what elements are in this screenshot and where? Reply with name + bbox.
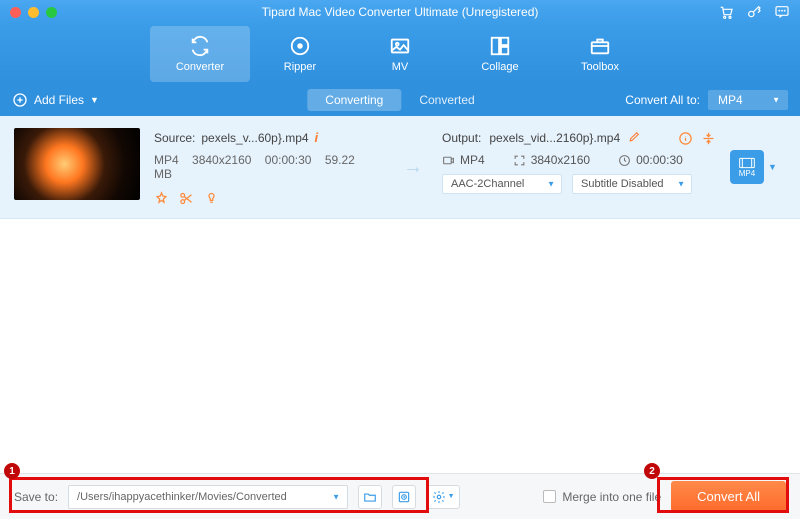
info-icon[interactable]: i: [315, 130, 319, 145]
feedback-icon[interactable]: [774, 4, 790, 20]
nav-converter[interactable]: Converter: [150, 26, 250, 82]
out-duration: 00:00:30: [636, 153, 683, 167]
mv-icon: [389, 35, 411, 57]
nav-ripper[interactable]: Ripper: [250, 26, 350, 82]
compress-icon[interactable]: [701, 131, 716, 146]
tab-converting[interactable]: Converting: [307, 89, 401, 111]
tab-converted[interactable]: Converted: [401, 89, 492, 111]
format-badge-label: MP4: [739, 169, 755, 178]
format-dropdown-icon[interactable]: ▼: [768, 162, 777, 172]
window-title: Tipard Mac Video Converter Ultimate (Unr…: [262, 5, 539, 19]
annotation-badge-2: 2: [644, 463, 660, 479]
nav-toolbox[interactable]: Toolbox: [550, 26, 650, 82]
chevron-down-icon: ▼: [90, 95, 99, 105]
output-selects: AAC-2Channel Subtitle Disabled: [442, 174, 716, 194]
format-select[interactable]: MP4: [708, 90, 788, 110]
merge-label: Merge into one file: [562, 490, 661, 504]
conversion-tabs: Converting Converted: [307, 89, 492, 111]
toolbar: Add Files ▼ Converting Converted Convert…: [0, 84, 800, 116]
toolbox-icon: [589, 35, 611, 57]
task-icon: [397, 490, 411, 504]
bottom-bar: Save to: /Users/ihappyacethinker/Movies/…: [0, 473, 800, 519]
video-thumbnail[interactable]: [14, 128, 140, 200]
meta-size: 59.22 MB: [154, 153, 355, 181]
add-files-button[interactable]: Add Files ▼: [12, 92, 99, 108]
nav-collage[interactable]: Collage: [450, 26, 550, 82]
output-format: MP4 ▼: [730, 150, 786, 184]
save-to-label: Save to:: [14, 490, 58, 504]
add-files-label: Add Files: [34, 93, 84, 107]
enhance-icon[interactable]: [204, 191, 219, 206]
edit-filename-icon[interactable]: [628, 130, 641, 146]
close-window-button[interactable]: [10, 7, 21, 18]
file-item: Source: pexels_v...60p}.mp4 i MP4 3840x2…: [0, 116, 800, 219]
output-column: Output: pexels_vid...2160p}.mp4 MP4 3840…: [442, 128, 716, 194]
nav-label: Converter: [176, 61, 224, 73]
save-path-select[interactable]: /Users/ihappyacethinker/Movies/Converted: [68, 485, 348, 509]
main-nav: Converter Ripper MV Collage Toolbox: [0, 24, 800, 84]
convert-all-button[interactable]: Convert All: [671, 481, 786, 512]
key-icon[interactable]: [746, 4, 762, 20]
checkbox-icon: [543, 490, 556, 503]
convert-all-to: Convert All to: MP4: [625, 90, 788, 110]
meta-resolution: 3840x2160: [192, 153, 251, 167]
audio-track-select[interactable]: AAC-2Channel: [442, 174, 562, 194]
open-folder-button[interactable]: [358, 485, 382, 509]
annotation-badge-1: 1: [4, 463, 20, 479]
clock-icon: [618, 154, 631, 167]
output-filename: pexels_vid...2160p}.mp4: [489, 131, 620, 145]
nav-label: MV: [392, 61, 409, 73]
video-icon: [442, 154, 455, 167]
nav-label: Ripper: [284, 61, 316, 73]
cut-icon[interactable]: [179, 191, 194, 206]
arrow-icon: →: [398, 156, 428, 179]
plus-circle-icon: [12, 92, 28, 108]
chevron-down-icon: ▼: [448, 493, 455, 500]
nav-label: Toolbox: [581, 61, 619, 73]
gear-icon: [432, 490, 446, 504]
info-circle-icon[interactable]: [678, 131, 693, 146]
source-label: Source:: [154, 131, 195, 145]
cart-icon[interactable]: [718, 4, 734, 20]
out-format: MP4: [460, 153, 485, 167]
source-metadata: MP4 3840x2160 00:00:30 59.22 MB: [154, 153, 384, 181]
resolution-icon: [513, 154, 526, 167]
output-label: Output:: [442, 131, 481, 145]
meta-duration: 00:00:30: [265, 153, 312, 167]
maximize-window-button[interactable]: [46, 7, 57, 18]
source-actions: [154, 191, 384, 206]
merge-checkbox[interactable]: Merge into one file: [543, 490, 661, 504]
meta-format: MP4: [154, 153, 179, 167]
format-badge[interactable]: MP4: [730, 150, 764, 184]
ripper-icon: [289, 35, 311, 57]
pin-icon[interactable]: [154, 191, 169, 206]
window-controls: [10, 7, 57, 18]
task-schedule-button[interactable]: [392, 485, 416, 509]
converter-icon: [189, 35, 211, 57]
source-filename: pexels_v...60p}.mp4: [201, 131, 308, 145]
titlebar-actions: [718, 4, 790, 20]
folder-icon: [363, 490, 377, 504]
titlebar: Tipard Mac Video Converter Ultimate (Unr…: [0, 0, 800, 24]
nav-label: Collage: [481, 61, 518, 73]
collage-icon: [489, 35, 511, 57]
settings-button[interactable]: ▼: [426, 485, 460, 509]
nav-mv[interactable]: MV: [350, 26, 450, 82]
subtitle-select[interactable]: Subtitle Disabled: [572, 174, 692, 194]
minimize-window-button[interactable]: [28, 7, 39, 18]
output-metadata: MP4 3840x2160 00:00:30: [442, 153, 716, 167]
out-resolution: 3840x2160: [531, 153, 590, 167]
source-column: Source: pexels_v...60p}.mp4 i MP4 3840x2…: [154, 128, 384, 206]
convert-all-to-label: Convert All to:: [625, 93, 700, 107]
format-icon: [739, 157, 755, 169]
